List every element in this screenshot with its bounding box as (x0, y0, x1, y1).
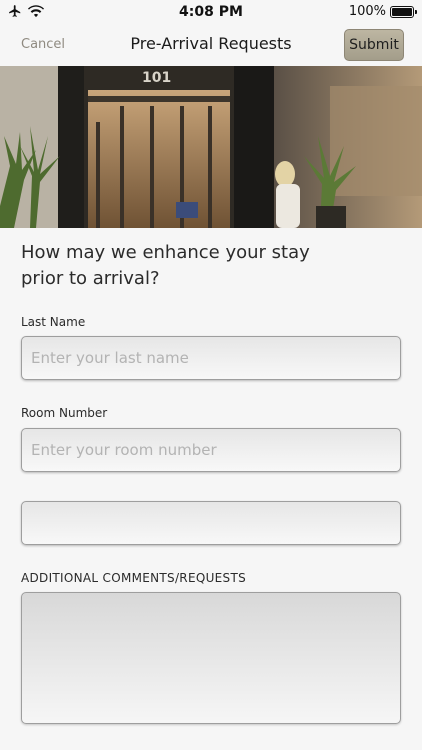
battery-percent: 100% (348, 4, 386, 19)
room-number-input[interactable] (29, 440, 400, 460)
comments-textarea[interactable] (21, 592, 401, 724)
extra-field[interactable] (21, 501, 401, 545)
last-name-input[interactable] (29, 348, 400, 368)
extra-input[interactable] (29, 513, 400, 533)
last-name-label: Last Name (21, 315, 86, 329)
room-number-field[interactable] (21, 428, 401, 472)
building-number: 101 (142, 70, 171, 86)
hotel-entrance-image: 101 (0, 66, 422, 228)
room-number-label: Room Number (21, 406, 108, 420)
battery-icon (390, 5, 417, 18)
submit-button[interactable]: Submit (344, 29, 404, 61)
comments-label: ADDITIONAL COMMENTS/REQUESTS (21, 571, 247, 585)
status-right: 100% (348, 4, 417, 19)
form-headline: How may we enhance your stay prior to ar… (21, 242, 310, 289)
navigation-bar: Cancel Pre-Arrival Requests Submit (0, 24, 422, 66)
hotel-entrance-illustration: 101 (0, 66, 422, 228)
status-bar: 4:08 PM 100% (0, 0, 422, 24)
last-name-field[interactable] (21, 336, 401, 380)
